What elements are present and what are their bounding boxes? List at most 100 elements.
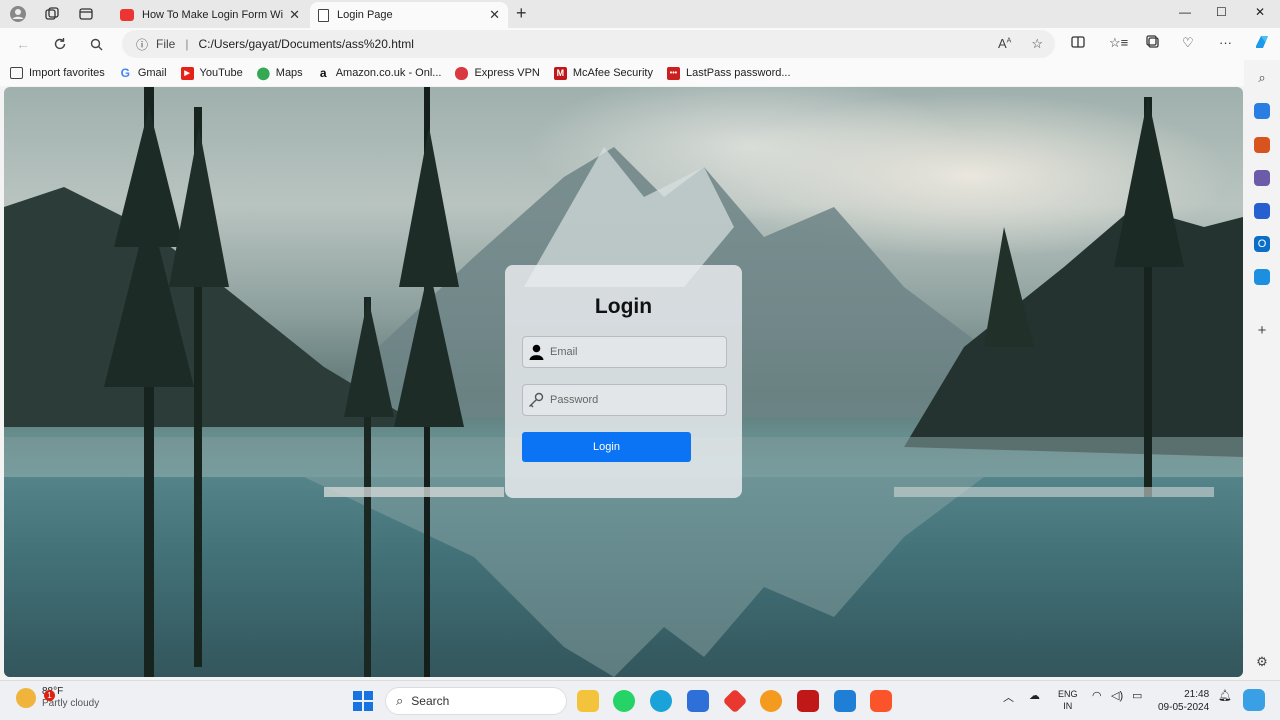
notes-app-icon[interactable] — [834, 690, 856, 712]
favorite-label: YouTube — [199, 67, 243, 79]
password-input[interactable] — [550, 394, 720, 406]
login-card: Login Login — [505, 265, 742, 498]
clock-date: 09-05-2024 — [1158, 702, 1210, 713]
address-bar[interactable]: ⓘ File | C:/Users/gayat/Documents/ass%20… — [122, 30, 1055, 58]
email-field[interactable] — [522, 336, 727, 368]
favorite-lastpass[interactable]: ••• LastPass password... — [666, 66, 791, 80]
language-indicator[interactable]: ENG IN — [1058, 688, 1078, 712]
favorite-maps[interactable]: ⬤ Maps — [256, 66, 303, 80]
search-label: Search — [411, 694, 450, 708]
start-button[interactable] — [353, 691, 373, 711]
favorite-label: Gmail — [137, 67, 167, 79]
workspaces-icon[interactable] — [42, 4, 62, 24]
info-icon[interactable]: ⓘ — [136, 36, 148, 53]
close-tab-icon[interactable]: ✕ — [289, 7, 300, 23]
notification-bell-icon[interactable]: 🔔︎ — [1218, 689, 1232, 702]
edge-icon[interactable] — [650, 690, 672, 712]
email-input[interactable] — [550, 346, 720, 358]
navigation-bar: ← ⓘ File | C:/Users/gayat/Documents/ass%… — [0, 28, 1280, 60]
favorite-star-icon[interactable]: ☆ — [1031, 36, 1043, 52]
google-icon: G — [120, 66, 130, 80]
minimize-icon[interactable]: — — [1179, 5, 1191, 19]
battery-icon[interactable]: ▭ — [1132, 689, 1142, 702]
url-text[interactable]: C:/Users/gayat/Documents/ass%20.html — [198, 37, 413, 51]
whatsapp-icon[interactable] — [613, 690, 635, 712]
divider: | — [185, 37, 189, 51]
lastpass-icon: ••• — [666, 66, 680, 80]
shopping-tag-icon[interactable] — [1254, 103, 1270, 119]
outlook-icon[interactable]: O — [1254, 236, 1270, 252]
back-icon[interactable]: ← — [13, 34, 33, 54]
expressvpn-icon — [455, 66, 469, 80]
mcafee-icon: M — [553, 66, 567, 80]
user-icon — [528, 343, 544, 361]
close-tab-icon[interactable]: ✕ — [489, 7, 500, 23]
youtube-icon: ▶ — [180, 66, 194, 80]
search-icon[interactable] — [86, 34, 106, 54]
sidebar-settings-icon[interactable]: ⚙ — [1254, 654, 1270, 670]
scheme-label: File — [156, 37, 176, 51]
mcafee-icon[interactable] — [797, 690, 819, 712]
microsoft365-icon[interactable] — [1254, 203, 1270, 219]
wifi-icon[interactable]: ◠ — [1092, 689, 1102, 702]
tab-youtube-tutorial[interactable]: How To Make Login Form With H ✕ — [112, 2, 308, 28]
office-app-icon[interactable] — [722, 688, 748, 714]
maximize-icon[interactable]: ☐ — [1216, 5, 1227, 19]
weather-badge: 1 — [44, 690, 55, 701]
profile-icon[interactable] — [8, 4, 28, 24]
sidebar-search-icon[interactable]: ⌕ — [1254, 70, 1270, 86]
favorite-label: McAfee Security — [572, 67, 653, 79]
copilot-icon[interactable] — [1253, 33, 1271, 54]
taskbar: 1 88°F Partly cloudy ⌕ Search ︿ ☁ ENG IN… — [0, 680, 1280, 720]
more-menu-icon[interactable]: ··· — [1219, 35, 1232, 50]
search-icon: ⌕ — [396, 693, 404, 708]
favorite-label: Amazon.co.uk - Onl... — [335, 67, 442, 79]
favorite-amazon[interactable]: a Amazon.co.uk - Onl... — [317, 66, 442, 80]
youtube-icon — [120, 9, 134, 21]
volume-icon[interactable]: ◁) — [1111, 689, 1123, 702]
games-icon[interactable] — [1254, 170, 1270, 186]
document-icon — [318, 8, 329, 22]
password-field[interactable] — [522, 384, 727, 416]
close-window-icon[interactable]: ✕ — [1255, 5, 1265, 19]
tray-chevron-icon[interactable]: ︿ — [1003, 689, 1014, 705]
add-sidebar-app-icon[interactable]: + — [1254, 322, 1270, 339]
language-code: ENG — [1058, 689, 1078, 699]
login-button[interactable]: Login — [522, 432, 691, 462]
store-icon[interactable] — [687, 690, 709, 712]
clock[interactable]: 21:48 09-05-2024 — [1158, 688, 1209, 714]
taskbar-search[interactable]: ⌕ Search — [385, 687, 567, 715]
partly-cloudy-icon — [16, 688, 36, 708]
photos-icon[interactable] — [760, 690, 782, 712]
split-screen-icon[interactable] — [1071, 35, 1085, 52]
onedrive-icon[interactable]: ☁ — [1029, 689, 1040, 702]
favorites-icon[interactable]: ☆≡ — [1109, 35, 1128, 51]
favorite-expressvpn[interactable]: Express VPN — [455, 66, 540, 80]
refresh-icon[interactable] — [50, 34, 70, 54]
read-aloud-icon[interactable]: AA — [998, 36, 1011, 52]
tab-login-page[interactable]: Login Page ✕ — [310, 2, 508, 28]
brave-icon[interactable] — [870, 690, 892, 712]
drop-icon[interactable] — [1254, 269, 1270, 285]
tab-actions-icon[interactable] — [76, 4, 96, 24]
tools-briefcase-icon[interactable] — [1254, 137, 1270, 153]
new-tab-icon[interactable]: + — [516, 3, 527, 24]
collections-icon[interactable] — [1146, 35, 1160, 52]
clock-time: 21:48 — [1184, 689, 1210, 700]
browser-essentials-icon[interactable]: ♡ — [1182, 35, 1194, 51]
favorites-bar: Import favorites G Gmail ▶ YouTube ⬤ Map… — [0, 60, 1280, 86]
favorite-youtube[interactable]: ▶ YouTube — [180, 66, 243, 80]
import-icon — [10, 67, 23, 79]
weather-widget[interactable]: 1 88°F Partly cloudy — [16, 686, 99, 710]
maps-icon: ⬤ — [256, 66, 270, 80]
copilot-taskbar-icon[interactable] — [1243, 689, 1265, 711]
edge-sidebar: ⌕ O + ⚙ — [1244, 60, 1280, 678]
favorite-mcafee[interactable]: M McAfee Security — [553, 66, 653, 80]
file-explorer-icon[interactable] — [577, 690, 599, 712]
title-bar: How To Make Login Form With H ✕ Login Pa… — [0, 0, 1280, 28]
favorite-gmail[interactable]: G Gmail — [119, 66, 167, 80]
favorite-label: Express VPN — [474, 67, 540, 79]
favorite-import[interactable]: Import favorites — [10, 67, 105, 79]
key-icon — [528, 391, 544, 409]
amazon-icon: a — [319, 66, 327, 80]
